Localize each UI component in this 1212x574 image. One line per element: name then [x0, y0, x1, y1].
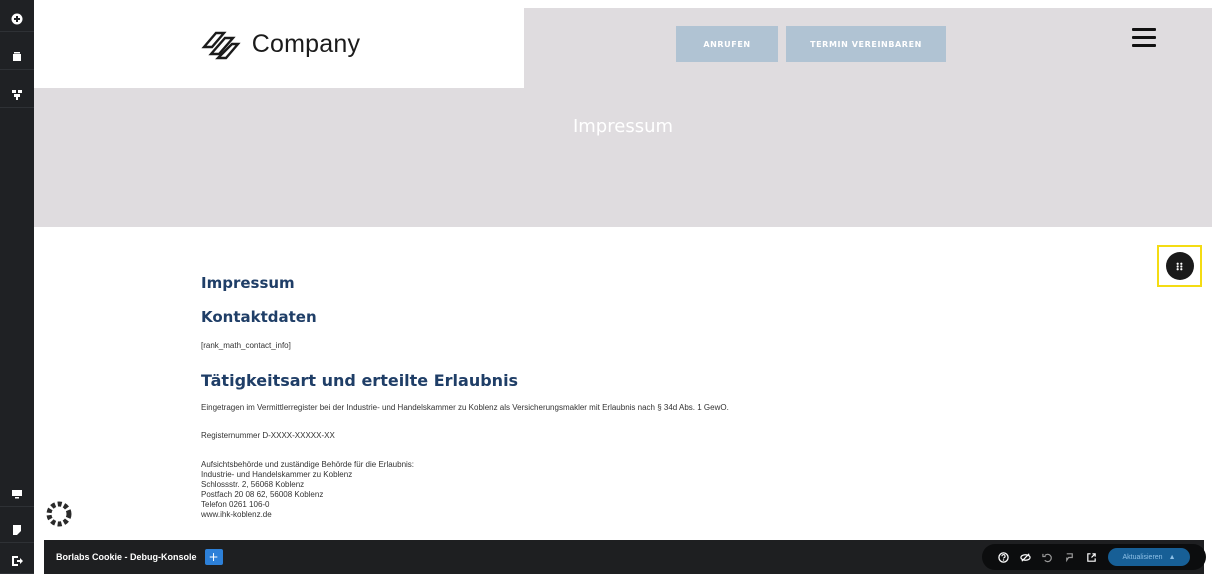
registry-text: Eingetragen im Vermittlerregister bei de…	[201, 403, 729, 412]
authority-line: Telefon 0261 106-0	[201, 500, 270, 509]
edit-handle-icon[interactable]	[1165, 252, 1194, 280]
authority-line: Schlossstr. 2, 56068 Koblenz	[201, 480, 305, 489]
authority-block: Aufsichtsbehörde und zuständige Behörde …	[201, 460, 414, 520]
contact-heading: Kontaktdaten	[201, 308, 317, 326]
editor-toolbar: Aktualisieren ▲	[982, 544, 1206, 570]
authority-line: Postfach 20 08 62, 56008 Koblenz	[201, 490, 324, 499]
authority-link[interactable]: www.ihk-koblenz.de	[201, 510, 414, 520]
menu-icon[interactable]	[1132, 28, 1156, 48]
contact-shortcode: [rank_math_contact_info]	[201, 341, 291, 350]
hero-banner: Impressum	[34, 88, 1212, 227]
appointment-button[interactable]: TERMIN VEREINBAREN	[786, 26, 946, 62]
external-link-icon[interactable]	[1080, 552, 1102, 563]
chevron-up-icon: ▲	[1168, 553, 1176, 561]
page-heading: Impressum	[201, 274, 295, 292]
call-button[interactable]: ANRUFEN	[676, 26, 778, 62]
undo-icon[interactable]	[1036, 552, 1058, 563]
debug-console-title: Borlabs Cookie - Debug-Konsole	[56, 552, 197, 562]
header-bar: ANRUFEN TERMIN VEREINBAREN	[524, 8, 1212, 88]
activity-heading: Tätigkeitsart und erteilte Erlaubnis	[201, 371, 519, 390]
hide-icon[interactable]	[1014, 552, 1036, 563]
layers-icon[interactable]	[0, 44, 34, 70]
notes-icon[interactable]	[0, 517, 34, 543]
add-button[interactable]: +	[204, 549, 223, 565]
logo-mark-icon	[201, 31, 241, 60]
editor-sidebar	[0, 0, 34, 574]
history-icon[interactable]	[1058, 552, 1080, 563]
update-label: Aktualisieren	[1122, 553, 1163, 561]
cookie-settings-icon[interactable]	[45, 500, 73, 528]
exit-icon[interactable]	[0, 548, 34, 574]
selected-element-outline	[1157, 245, 1202, 287]
hero-title: Impressum	[572, 116, 674, 137]
authority-line: Aufsichtsbehörde und zuständige Behörde …	[201, 460, 415, 469]
help-icon[interactable]	[992, 551, 1014, 563]
responsive-icon[interactable]	[0, 481, 34, 507]
update-button[interactable]: Aktualisieren ▲	[1108, 548, 1190, 566]
authority-line: Industrie- und Handelskammer zu Koblenz	[201, 470, 353, 479]
site-logo[interactable]: Company	[34, 0, 524, 88]
plus-circle-icon[interactable]	[0, 6, 34, 32]
registry-number: Registernummer D-XXXX-XXXXX-XX	[201, 431, 335, 440]
debug-console-bar: Borlabs Cookie - Debug-Konsole + Aktuali…	[44, 540, 1206, 574]
navigator-icon[interactable]	[0, 82, 34, 108]
logo-text: Company	[251, 29, 361, 58]
